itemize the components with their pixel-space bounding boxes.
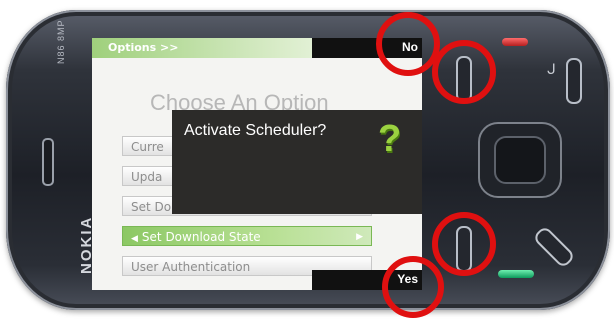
menu-item-label: Set Download State [141, 230, 261, 244]
highlight-circle-no-label [376, 12, 440, 76]
options-title[interactable]: Options >> [108, 41, 178, 54]
question-mark-icon: ? [378, 118, 402, 160]
menu-item-label: Curre [131, 140, 164, 154]
end-call-key[interactable] [502, 38, 528, 46]
side-slot [42, 138, 54, 186]
phone-screen: Options >> No Choose An Option Curre Upd… [92, 38, 422, 290]
arrow-right-icon: ▶ [356, 232, 363, 242]
menu-item-set-download-state[interactable]: ◀ Set Download State ▶ [122, 226, 372, 246]
right-upper-key[interactable] [566, 58, 582, 104]
confirm-dialog: Activate Scheduler? ? [172, 110, 422, 214]
menu-item-label: Set Do [131, 200, 172, 214]
power-icon: ᒍ [547, 62, 556, 78]
model-label: N86 8MP [56, 19, 66, 64]
highlight-circle-bottom-key [432, 212, 496, 276]
navigation-pad[interactable] [478, 122, 562, 198]
menu-item-label: Upda [131, 170, 163, 184]
select-key[interactable] [494, 136, 546, 184]
highlight-circle-yes-label [382, 256, 444, 318]
highlight-circle-top-key [432, 40, 496, 104]
menu-item-label: User Authentication [131, 260, 251, 274]
dialog-message: Activate Scheduler? [184, 122, 327, 139]
call-key[interactable] [498, 270, 534, 278]
arrow-left-icon: ◀ [131, 234, 138, 244]
